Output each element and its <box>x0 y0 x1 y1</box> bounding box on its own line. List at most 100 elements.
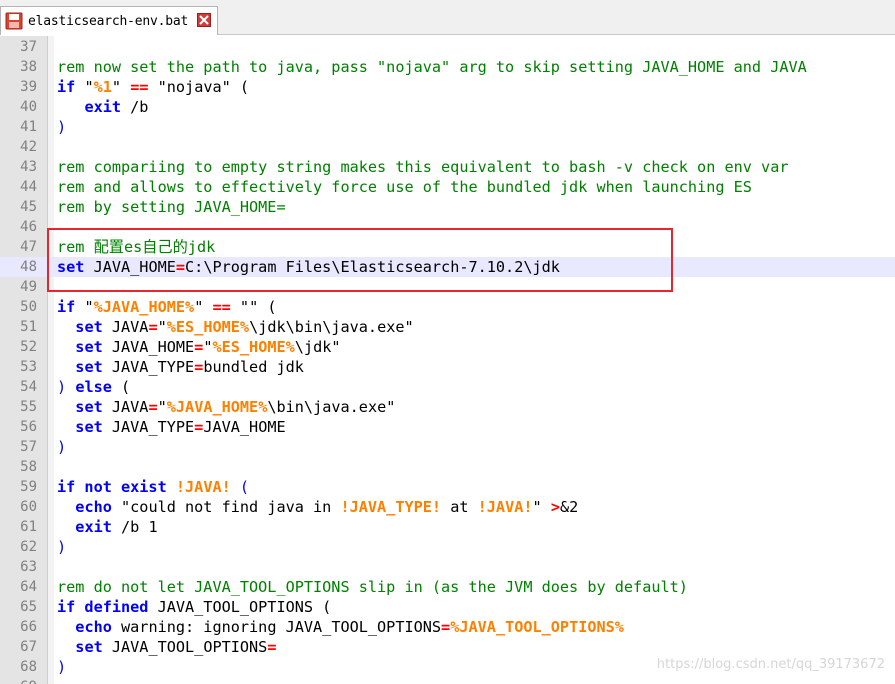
line-number: 65 <box>20 599 37 615</box>
code-token: exit <box>75 518 112 536</box>
code-token: set <box>75 398 103 416</box>
code-line[interactable]: 51 set JAVA="%ES_HOME%\jdk\bin\java.exe" <box>0 317 895 337</box>
code-token: \bin\java.exe" <box>267 398 396 416</box>
code-token: = <box>194 418 204 436</box>
line-number: 63 <box>20 559 37 575</box>
code-token: = <box>441 618 451 636</box>
code-line[interactable]: 59 if not exist !JAVA! ( <box>0 477 895 497</box>
code-line[interactable]: 69 <box>0 677 895 684</box>
line-number: 47 <box>20 239 37 255</box>
line-number: 55 <box>20 399 37 415</box>
code-text: if "%1" == "nojava" ( <box>57 77 249 97</box>
line-number: 42 <box>20 139 37 155</box>
code-text: set JAVA_TYPE=bundled jdk <box>57 357 304 377</box>
line-number: 53 <box>20 359 37 375</box>
code-line[interactable]: 67 set JAVA_TOOL_OPTIONS= <box>0 637 895 657</box>
code-line[interactable]: 44 rem and allows to effectively force us… <box>0 177 895 197</box>
code-token: JAVA_HOME <box>84 258 176 276</box>
code-line[interactable]: 62) <box>0 537 895 557</box>
code-token: == <box>130 78 149 96</box>
code-text: ) <box>57 537 66 557</box>
code-line[interactable]: 41) <box>0 117 895 137</box>
line-number: 56 <box>20 419 37 435</box>
code-token: if <box>57 78 76 96</box>
code-token: rem 配置es自己的jdk <box>57 238 216 256</box>
line-number: 39 <box>20 79 37 95</box>
file-tab[interactable]: elasticsearch-env.bat <box>0 6 218 35</box>
code-line[interactable]: 60 echo "could not find java in !JAVA_TY… <box>0 497 895 517</box>
code-token: == <box>212 298 231 316</box>
code-token: bundled jdk <box>203 358 304 376</box>
code-token: ) <box>57 118 67 136</box>
line-number: 69 <box>0 677 37 684</box>
code-line[interactable]: 43 rem compariing to empty string makes t… <box>0 157 895 177</box>
code-line[interactable]: 40 exit /b <box>0 97 895 117</box>
code-token: " <box>75 298 94 316</box>
code-token: ) <box>57 658 67 676</box>
code-token: ) <box>57 538 67 556</box>
code-token: %ES_HOME% <box>166 318 250 336</box>
code-line[interactable]: 64 rem do not let JAVA_TOOL_OPTIONS slip … <box>0 577 895 597</box>
code-text: set JAVA_TOOL_OPTIONS= <box>57 637 276 657</box>
code-token: \jdk\bin\java.exe" <box>249 318 414 336</box>
code-token: JAVA_TYPE <box>102 418 195 436</box>
code-line[interactable]: 49 <box>0 277 895 297</box>
line-number: 41 <box>20 119 37 135</box>
code-token: &2 <box>559 498 579 516</box>
code-line[interactable]: 42 <box>0 137 895 157</box>
code-line[interactable]: 55 set JAVA="%JAVA_HOME%\bin\java.exe" <box>0 397 895 417</box>
code-token: !JAVA_TYPE! <box>340 498 442 516</box>
line-number: 58 <box>20 459 37 475</box>
watermark: https://blog.csdn.net/qq_39173672 <box>656 657 885 672</box>
code-line[interactable]: 37 <box>0 37 895 57</box>
code-line[interactable]: 63 <box>0 557 895 577</box>
code-editor[interactable]: 37 38 rem now set the path to java, pass "… <box>0 36 895 684</box>
code-text: rem do not let JAVA_TOOL_OPTIONS slip in… <box>57 577 688 597</box>
code-token: /b 1 <box>111 518 158 536</box>
code-line[interactable]: 65 if defined JAVA_TOOL_OPTIONS ( <box>0 597 895 617</box>
code-line[interactable]: 47 rem 配置es自己的jdk <box>0 237 895 257</box>
line-number: 44 <box>20 179 37 195</box>
code-line[interactable]: 46 <box>0 217 895 237</box>
code-line[interactable]: 53 set JAVA_TYPE=bundled jdk <box>0 357 895 377</box>
close-icon[interactable] <box>197 13 211 27</box>
code-text: rem 配置es自己的jdk <box>57 237 215 257</box>
code-token: else <box>75 378 112 396</box>
code-token: set <box>75 338 103 356</box>
code-token: = <box>148 318 158 336</box>
code-line[interactable]: 38 rem now set the path to java, pass "no… <box>0 57 895 77</box>
code-token: set <box>57 258 85 276</box>
code-line[interactable]: 39 if "%1" == "nojava" ( <box>0 77 895 97</box>
code-line[interactable]: 52 set JAVA_HOME="%ES_HOME%\jdk" <box>0 337 895 357</box>
code-text: if not exist !JAVA! ( <box>57 477 249 497</box>
line-number: 67 <box>20 639 37 655</box>
code-text: ) <box>57 657 66 677</box>
code-line[interactable]: 50 if "%JAVA_HOME%" == "" ( <box>0 297 895 317</box>
code-text: set JAVA_HOME=C:\Program Files\Elasticse… <box>57 257 560 277</box>
code-token: rem compariing to empty string makes thi… <box>57 158 789 176</box>
code-line[interactable]: 56 set JAVA_TYPE=JAVA_HOME <box>0 417 895 437</box>
line-number: 57 <box>20 439 37 455</box>
code-token: rem now set the path to java, pass "noja… <box>57 58 807 76</box>
code-token: JAVA <box>102 318 149 336</box>
line-number: 43 <box>20 159 37 175</box>
code-token: rem and allows to effectively force use … <box>57 178 752 196</box>
code-lines: 37 38 rem now set the path to java, pass "… <box>0 37 895 684</box>
code-line[interactable]: 58 <box>0 457 895 477</box>
code-line[interactable]: 61 exit /b 1 <box>0 517 895 537</box>
code-token: /b <box>121 98 149 116</box>
code-line[interactable]: 57) <box>0 437 895 457</box>
code-token: " <box>532 498 551 516</box>
code-line[interactable]: 54) else ( <box>0 377 895 397</box>
code-token: JAVA_HOME <box>102 338 195 356</box>
code-line[interactable]: 66 echo warning: ignoring JAVA_TOOL_OPTI… <box>0 617 895 637</box>
code-line[interactable]: 45 rem by setting JAVA_HOME= <box>0 197 895 217</box>
code-token: = <box>148 398 158 416</box>
code-token: " <box>157 318 167 336</box>
line-number: 59 <box>20 479 37 495</box>
code-line[interactable]: 48 set JAVA_HOME=C:\Program Files\Elastic… <box>0 257 895 277</box>
